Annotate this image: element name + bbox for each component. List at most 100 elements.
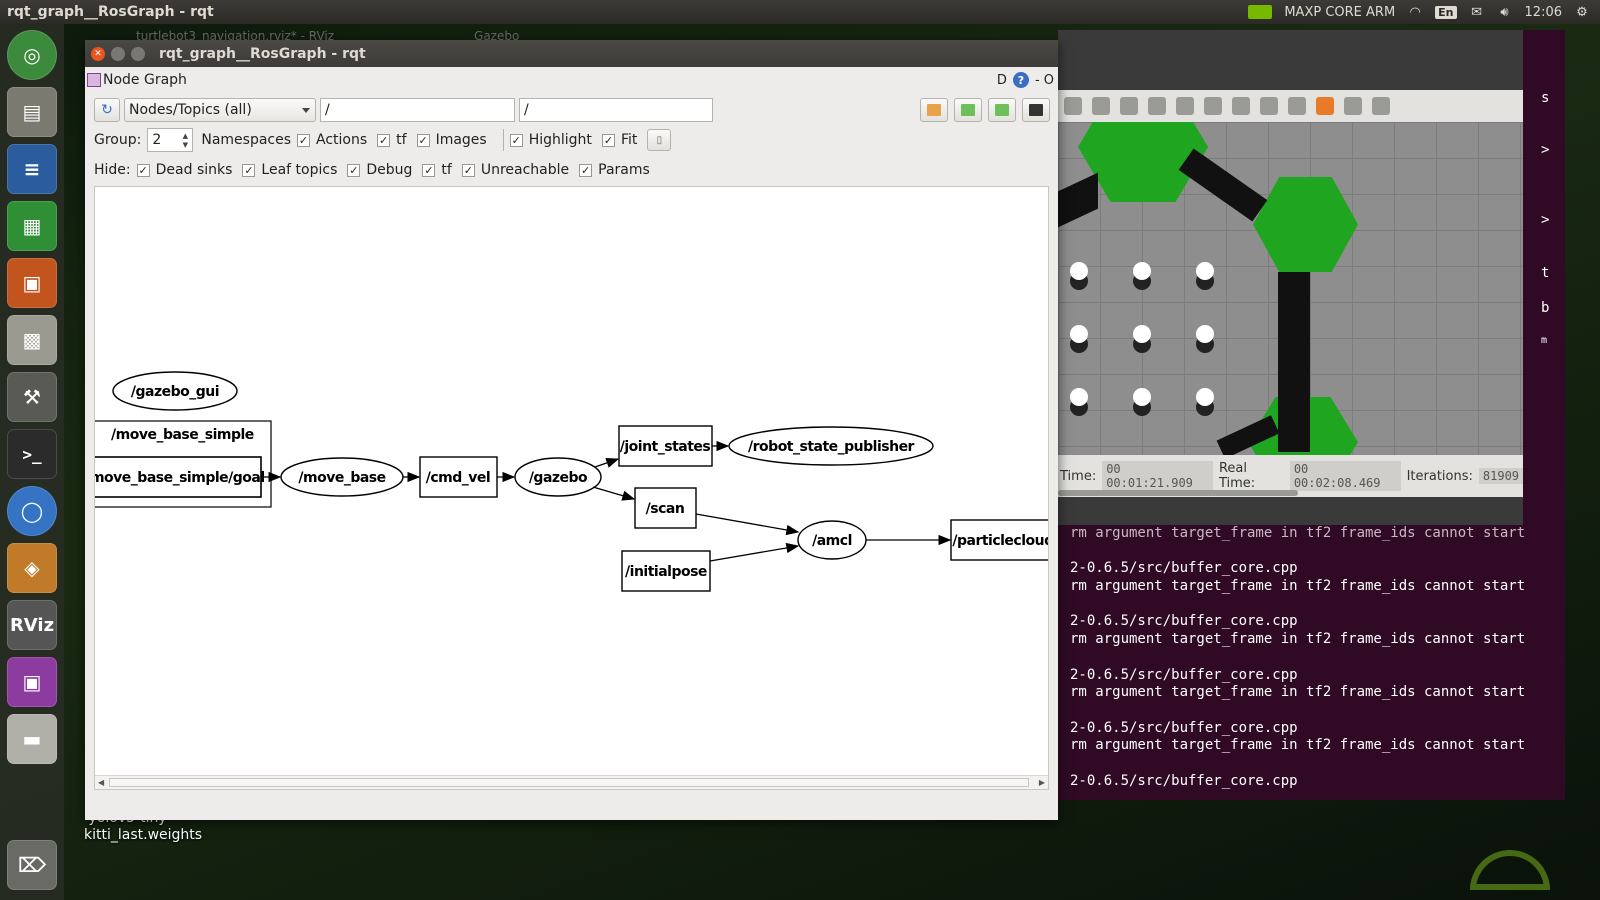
images-checkbox[interactable]: ✓ Images	[416, 132, 487, 148]
fit-in-view-button[interactable]: ▯	[647, 129, 672, 151]
scroll-right-icon[interactable]: ▶	[1039, 778, 1045, 787]
terminal-line: 2-0.6.5/src/buffer_core.cpp	[1070, 719, 1298, 736]
trash-icon[interactable]: ⌦	[7, 840, 57, 890]
highlight-checkbox[interactable]: ✓ Highlight	[509, 132, 592, 148]
save-dot-button[interactable]	[954, 98, 982, 122]
terminal-line: 2-0.6.5/src/buffer_core.cpp	[1070, 666, 1298, 683]
power-gear-icon[interactable]: ⚙	[1574, 5, 1590, 20]
plugin-close-buttons[interactable]: - O	[1035, 73, 1054, 88]
checkbox-box[interactable]: ✓	[579, 163, 593, 177]
launcher: ◎ ▤ ≡ ▦ ▣ ▩ ⚒ >_ ◯ ◈ RViz ▣ ▬ ⌦	[0, 24, 64, 900]
terminal-side-char: s	[1541, 90, 1550, 106]
green-hex-obstacle	[1253, 177, 1358, 272]
scrollbar-thumb[interactable]	[109, 778, 1029, 787]
rviz-icon[interactable]: RViz	[7, 600, 57, 650]
fit-checkbox[interactable]: ✓ Fit	[601, 132, 637, 148]
checkbox-box[interactable]: ✓	[601, 133, 615, 147]
namespaces-checkbox[interactable]: Namespaces ✓ Actions	[201, 132, 367, 148]
mail-icon[interactable]: ✉	[1469, 5, 1485, 20]
screenshot-icon[interactable]	[1344, 97, 1362, 115]
load-dot-button[interactable]	[920, 98, 948, 122]
drive-icon[interactable]: ▬	[7, 714, 57, 764]
align-icon[interactable]	[1260, 97, 1278, 115]
save-image-button[interactable]	[1022, 98, 1050, 122]
directional-light-icon[interactable]	[1176, 97, 1194, 115]
iterations-label: Iterations:	[1406, 468, 1473, 484]
terminal-line: rm argument target_frame in tf2 frame_id…	[1070, 631, 1526, 648]
chevron-down-icon	[302, 108, 310, 113]
gazebo-3d-scene[interactable]	[1058, 122, 1523, 455]
checkbox-box[interactable]: ✓	[347, 163, 361, 177]
terminal-side-char: >	[1541, 212, 1550, 228]
checkbox-box[interactable]: ✓	[416, 133, 430, 147]
dead-sinks-checkbox[interactable]: ✓ Dead sinks	[136, 162, 232, 178]
terminal-window[interactable]: rm argument target_frame in tf2 frame_id…	[1058, 525, 1565, 800]
checkbox-box[interactable]: ✓	[136, 163, 150, 177]
volume-icon[interactable]: 🔊︎	[1497, 5, 1513, 20]
hide-options-row: Hide: ✓ Dead sinks ✓ Leaf topics ✓ Debug ✓ t…	[85, 155, 1058, 185]
checkbox-box[interactable]: ✓	[422, 163, 436, 177]
nvidia-icon[interactable]	[1248, 5, 1273, 19]
network-label[interactable]: MAXP CORE ARM	[1284, 5, 1395, 20]
plugin-dock-button[interactable]: D	[997, 73, 1007, 88]
keyboard-layout[interactable]: En	[1435, 5, 1457, 19]
sphere-tool-icon[interactable]	[1064, 97, 1082, 115]
unreachable-checkbox[interactable]: ✓ Unreachable	[461, 162, 569, 178]
leaf-topics-checkbox[interactable]: ✓ Leaf topics	[242, 162, 337, 178]
checkbox-box[interactable]: ✓	[242, 163, 256, 177]
copy-icon[interactable]	[1204, 97, 1222, 115]
tf-checkbox[interactable]: ✓ tf	[377, 132, 407, 148]
wifi-icon[interactable]: ◠	[1407, 5, 1423, 20]
plugin-header: Node Graph D ? - O	[85, 67, 1058, 93]
save-svg-button[interactable]	[988, 98, 1016, 122]
namespace-filter-input[interactable]: /	[320, 98, 515, 122]
group-spinbox[interactable]: 2 ▲ ▼	[147, 128, 194, 152]
terminal-side-strip: s > > t b m	[1523, 30, 1565, 525]
ros-graph[interactable]: /gazebo_gui /move_base_simple /move_base…	[95, 187, 1048, 775]
plugin-title: Node Graph	[103, 72, 187, 88]
checkbox-box[interactable]: ✓	[509, 133, 523, 147]
settings-icon[interactable]: ⚒	[7, 372, 57, 422]
chromium-icon[interactable]: ◯	[7, 486, 57, 536]
ubuntu-dash-icon[interactable]: ◎	[7, 30, 57, 80]
gazebo-window[interactable]: Time: 00 00:01:21.909 Real Time: 00 00:0…	[1058, 30, 1543, 530]
snap-icon[interactable]	[1288, 97, 1306, 115]
virtualbox-icon[interactable]: ◈	[7, 543, 57, 593]
refresh-icon[interactable]: ↻	[94, 98, 120, 122]
sun-light-icon[interactable]	[1120, 97, 1138, 115]
help-icon[interactable]: ?	[1012, 72, 1029, 88]
log-icon[interactable]	[1372, 97, 1390, 115]
spot-light-icon[interactable]	[1148, 97, 1166, 115]
software-store-icon[interactable]: ▩	[7, 315, 57, 365]
impress-icon[interactable]: ▣	[7, 258, 57, 308]
gazebo-horizontal-scrollbar[interactable]	[1058, 490, 1298, 496]
graph-type-combo[interactable]: Nodes/Topics (all)	[124, 98, 316, 122]
scroll-left-icon[interactable]: ◀	[98, 778, 104, 787]
view-angle-icon[interactable]	[1316, 97, 1334, 115]
terminal-icon[interactable]: >_	[7, 429, 57, 479]
terminal-side-char: >	[1541, 142, 1550, 158]
hide-tf-checkbox[interactable]: ✓ tf	[422, 162, 452, 178]
params-checkbox[interactable]: ✓ Params	[579, 162, 650, 178]
leaf-topics-label: Leaf topics	[261, 162, 338, 178]
plugin-icon	[87, 73, 101, 87]
graph-horizontal-scrollbar[interactable]: ◀ ▶	[95, 775, 1048, 789]
checkbox-box[interactable]: ✓	[377, 133, 391, 147]
close-icon[interactable]: ✕	[91, 46, 105, 61]
writer-icon[interactable]: ≡	[7, 144, 57, 194]
checkbox-box[interactable]: ✓	[297, 133, 311, 147]
cylinder-tool-icon[interactable]	[1092, 97, 1110, 115]
checkbox-box[interactable]: ✓	[461, 163, 475, 177]
rqt-titlebar[interactable]: ✕ rqt_graph__RosGraph - rqt	[85, 40, 1058, 67]
debug-checkbox[interactable]: ✓ Debug	[347, 162, 412, 178]
paste-icon[interactable]	[1232, 97, 1250, 115]
calc-icon[interactable]: ▦	[7, 201, 57, 251]
files-icon[interactable]: ▤	[7, 87, 57, 137]
clock[interactable]: 12:06	[1525, 5, 1562, 20]
spin-arrows-icon[interactable]: ▲ ▼	[180, 131, 190, 149]
graph-canvas[interactable]: /gazebo_gui /move_base_simple /move_base…	[94, 186, 1049, 790]
maximize-icon[interactable]	[131, 46, 145, 61]
minimize-icon[interactable]	[111, 46, 125, 61]
topic-filter-input[interactable]: /	[519, 98, 713, 122]
rqt-icon[interactable]: ▣	[7, 657, 57, 707]
